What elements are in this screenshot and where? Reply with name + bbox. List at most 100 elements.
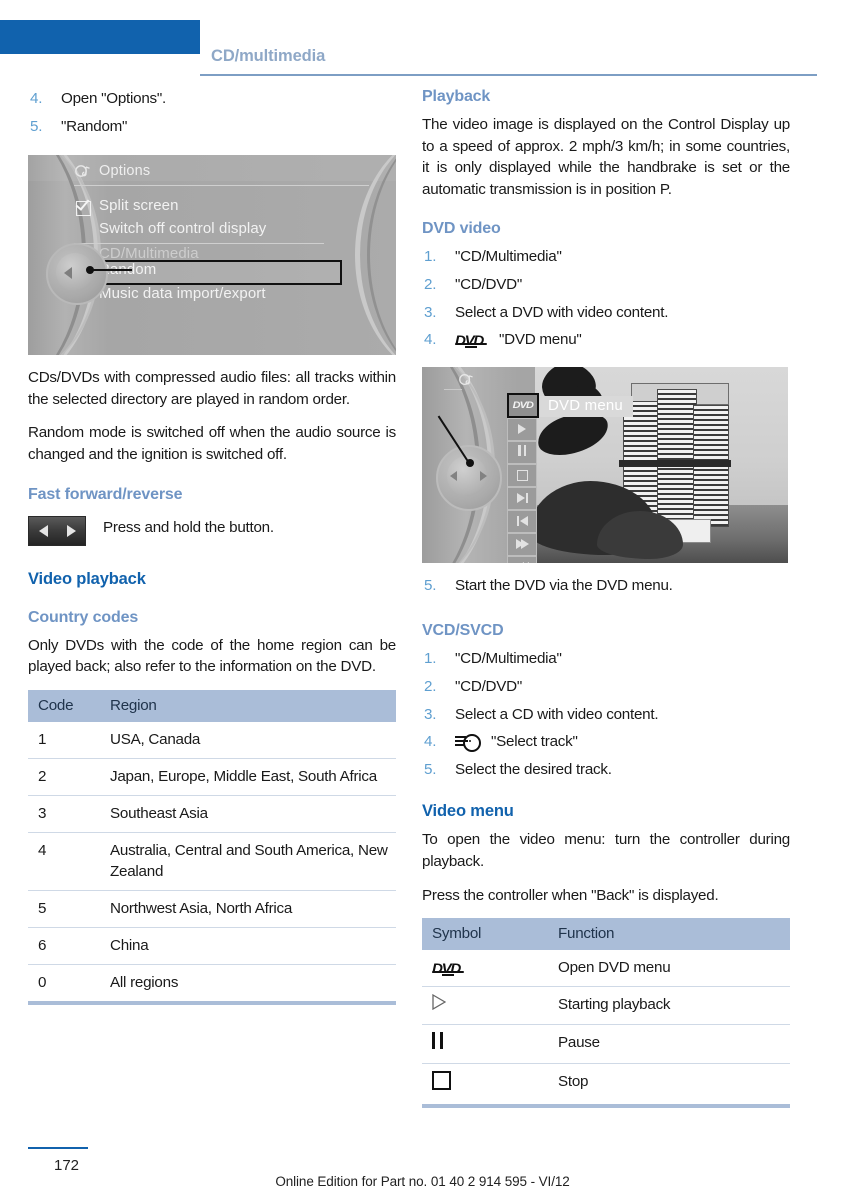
toolbar-fast-forward-icon[interactable] (507, 532, 537, 556)
cell-function: Open DVD menu (548, 950, 790, 988)
tab-entertainment[interactable] (0, 20, 200, 54)
step-text: Select a DVD with video content. (455, 303, 669, 321)
step-number: 4. (30, 90, 43, 107)
cell-function: Starting playback (548, 986, 790, 1026)
options-gear-icon (458, 373, 475, 390)
table-row: DVD Open DVD menu (422, 950, 790, 988)
table-header-row: Code Region (28, 689, 396, 722)
heading-vcd-svcd: VCD/SVCD (422, 622, 504, 640)
step-text: Select a CD with video content. (455, 705, 659, 723)
options-figure-title: Options (99, 163, 151, 180)
callout-line (90, 269, 132, 272)
cell-function: Stop (558, 1073, 589, 1091)
list-item: 1. "CD/Multimedia" (422, 648, 790, 670)
list-item: 2. "CD/DVD" (422, 676, 790, 698)
step-number: 3. (424, 303, 437, 321)
step-number: 5. (30, 117, 43, 135)
column-header-symbol: Symbol (422, 918, 548, 951)
step-number: 1. (424, 650, 437, 668)
cell-code: 3 (28, 795, 100, 833)
table-row: 5 Northwest Asia, North Africa (28, 890, 396, 928)
split-screen-checkbox[interactable] (76, 201, 91, 217)
cell-code: 6 (28, 927, 100, 965)
video-menu-paragraph-2: Press the controller when "Back" is disp… (422, 886, 719, 904)
dvd-icon: DVD (432, 959, 466, 977)
list-item: 4. "Select track" (422, 731, 790, 753)
list-item: 5. Select the desired track. (422, 759, 790, 781)
video-menu-table-bottom-rule (422, 1104, 790, 1109)
playback-paragraph: The video image is displayed on the Cont… (422, 116, 790, 198)
step-text: "Random" (61, 117, 128, 135)
step-text: "DVD menu" (498, 331, 582, 349)
step-number: 4. (424, 331, 437, 349)
table-row: 4 Australia, Central and South America, … (28, 832, 396, 891)
decorative-trim (367, 155, 396, 356)
cell-region: Northwest Asia, North Africa (100, 890, 396, 928)
toolbar-stop-icon[interactable] (507, 463, 537, 487)
options-gear-icon (74, 164, 92, 179)
list-item: 5. Start the DVD via the DVD menu. (422, 575, 790, 597)
right-column: Playback The video image is displayed on… (422, 88, 790, 1109)
cell-function: Pause (548, 1024, 790, 1065)
step-text: Start the DVD via the DVD menu. (455, 576, 673, 594)
table-row: Starting playback (422, 986, 790, 1026)
cell-region: All regions (110, 973, 179, 991)
cell-code: 4 (28, 832, 100, 891)
left-column: 4. Open "Options". 5. "Random" Options S… (28, 88, 396, 1005)
step-text: Open "Options". (61, 90, 166, 107)
page-header: Entertainment CD/multimedia (0, 20, 845, 76)
heading-fast-forward-reverse: Fast forward/reverse (28, 485, 183, 503)
options-item-split-screen[interactable]: Split screen (99, 197, 179, 214)
table-row: 3 Southeast Asia (28, 795, 396, 833)
dvd-menu-tooltip: DVD menu (540, 395, 633, 417)
list-item: 3. Select a DVD with video content. (422, 302, 790, 324)
heading-dvd-video: DVD video (422, 220, 501, 238)
toolbar-rewind-icon[interactable] (507, 555, 537, 563)
country-codes-intro: Only DVDs with the code of the home regi… (28, 636, 396, 676)
toolbar-play-icon[interactable] (507, 417, 537, 441)
step-text: "CD/DVD" (455, 677, 523, 695)
play-icon (432, 994, 446, 1011)
dvd-menu-screen-figure: DVD menu DVD (422, 366, 788, 563)
forward-triangle-icon (66, 524, 76, 537)
cell-region: Japan, Europe, Middle East, South Africa (100, 758, 396, 796)
footer-edition-note: Online Edition for Part no. 01 40 2 914 … (275, 1174, 570, 1189)
step-number: 2. (424, 275, 437, 293)
country-codes-table-bottom-rule (28, 1000, 396, 1005)
step-text: "CD/Multimedia" (455, 248, 562, 266)
bmw-tower (657, 388, 697, 527)
options-item-switch-off-control-display[interactable]: Switch off control display (99, 220, 266, 237)
controller-right-arrow-icon (480, 470, 487, 481)
step-number: 5. (424, 576, 437, 594)
toolbar-previous-track-icon[interactable] (507, 509, 537, 533)
footer-divider (28, 1147, 88, 1149)
cell-symbol: DVD (422, 950, 548, 988)
table-row: 6 China (28, 927, 396, 965)
cell-code: 1 (28, 721, 100, 759)
cell-code: 5 (28, 890, 100, 928)
cell-region: Australia, Central and South America, Ne… (100, 832, 396, 891)
toolbar-dvd-menu-icon[interactable]: DVD (507, 392, 539, 418)
toolbar-pause-icon[interactable] (507, 440, 537, 464)
cell-region: Southeast Asia (100, 795, 396, 833)
list-item: 1. "CD/Multimedia" (422, 246, 790, 268)
step-text: "CD/DVD" (455, 275, 523, 293)
steps-continued-list: 4. Open "Options". 5. "Random" (28, 88, 396, 137)
options-item-music-data-import-export[interactable]: Music data import/export (99, 285, 266, 302)
controller-left-arrow-icon (64, 267, 72, 280)
video-toolbar: DVD (507, 392, 539, 563)
column-header-function: Function (548, 918, 790, 951)
dvd-video-step-5-list: 5. Start the DVD via the DVD menu. (422, 575, 790, 597)
cell-code: 2 (28, 758, 100, 796)
toolbar-next-track-icon[interactable] (507, 486, 537, 510)
cell-region: China (100, 927, 396, 965)
step-text: "CD/Multimedia" (455, 650, 562, 668)
options-divider (74, 243, 324, 245)
step-number: 1. (424, 248, 437, 266)
country-codes-table: Code Region 1 USA, Canada 2 Japan, Europ… (28, 689, 396, 1001)
tab-cd-multimedia-label: CD/multimedia (211, 47, 326, 65)
options-divider (74, 185, 369, 187)
table-header-row: Symbol Function (422, 918, 790, 951)
video-menu-paragraph-1: To open the video menu: turn the control… (422, 831, 790, 870)
fast-forward-reverse-button[interactable] (28, 515, 86, 546)
